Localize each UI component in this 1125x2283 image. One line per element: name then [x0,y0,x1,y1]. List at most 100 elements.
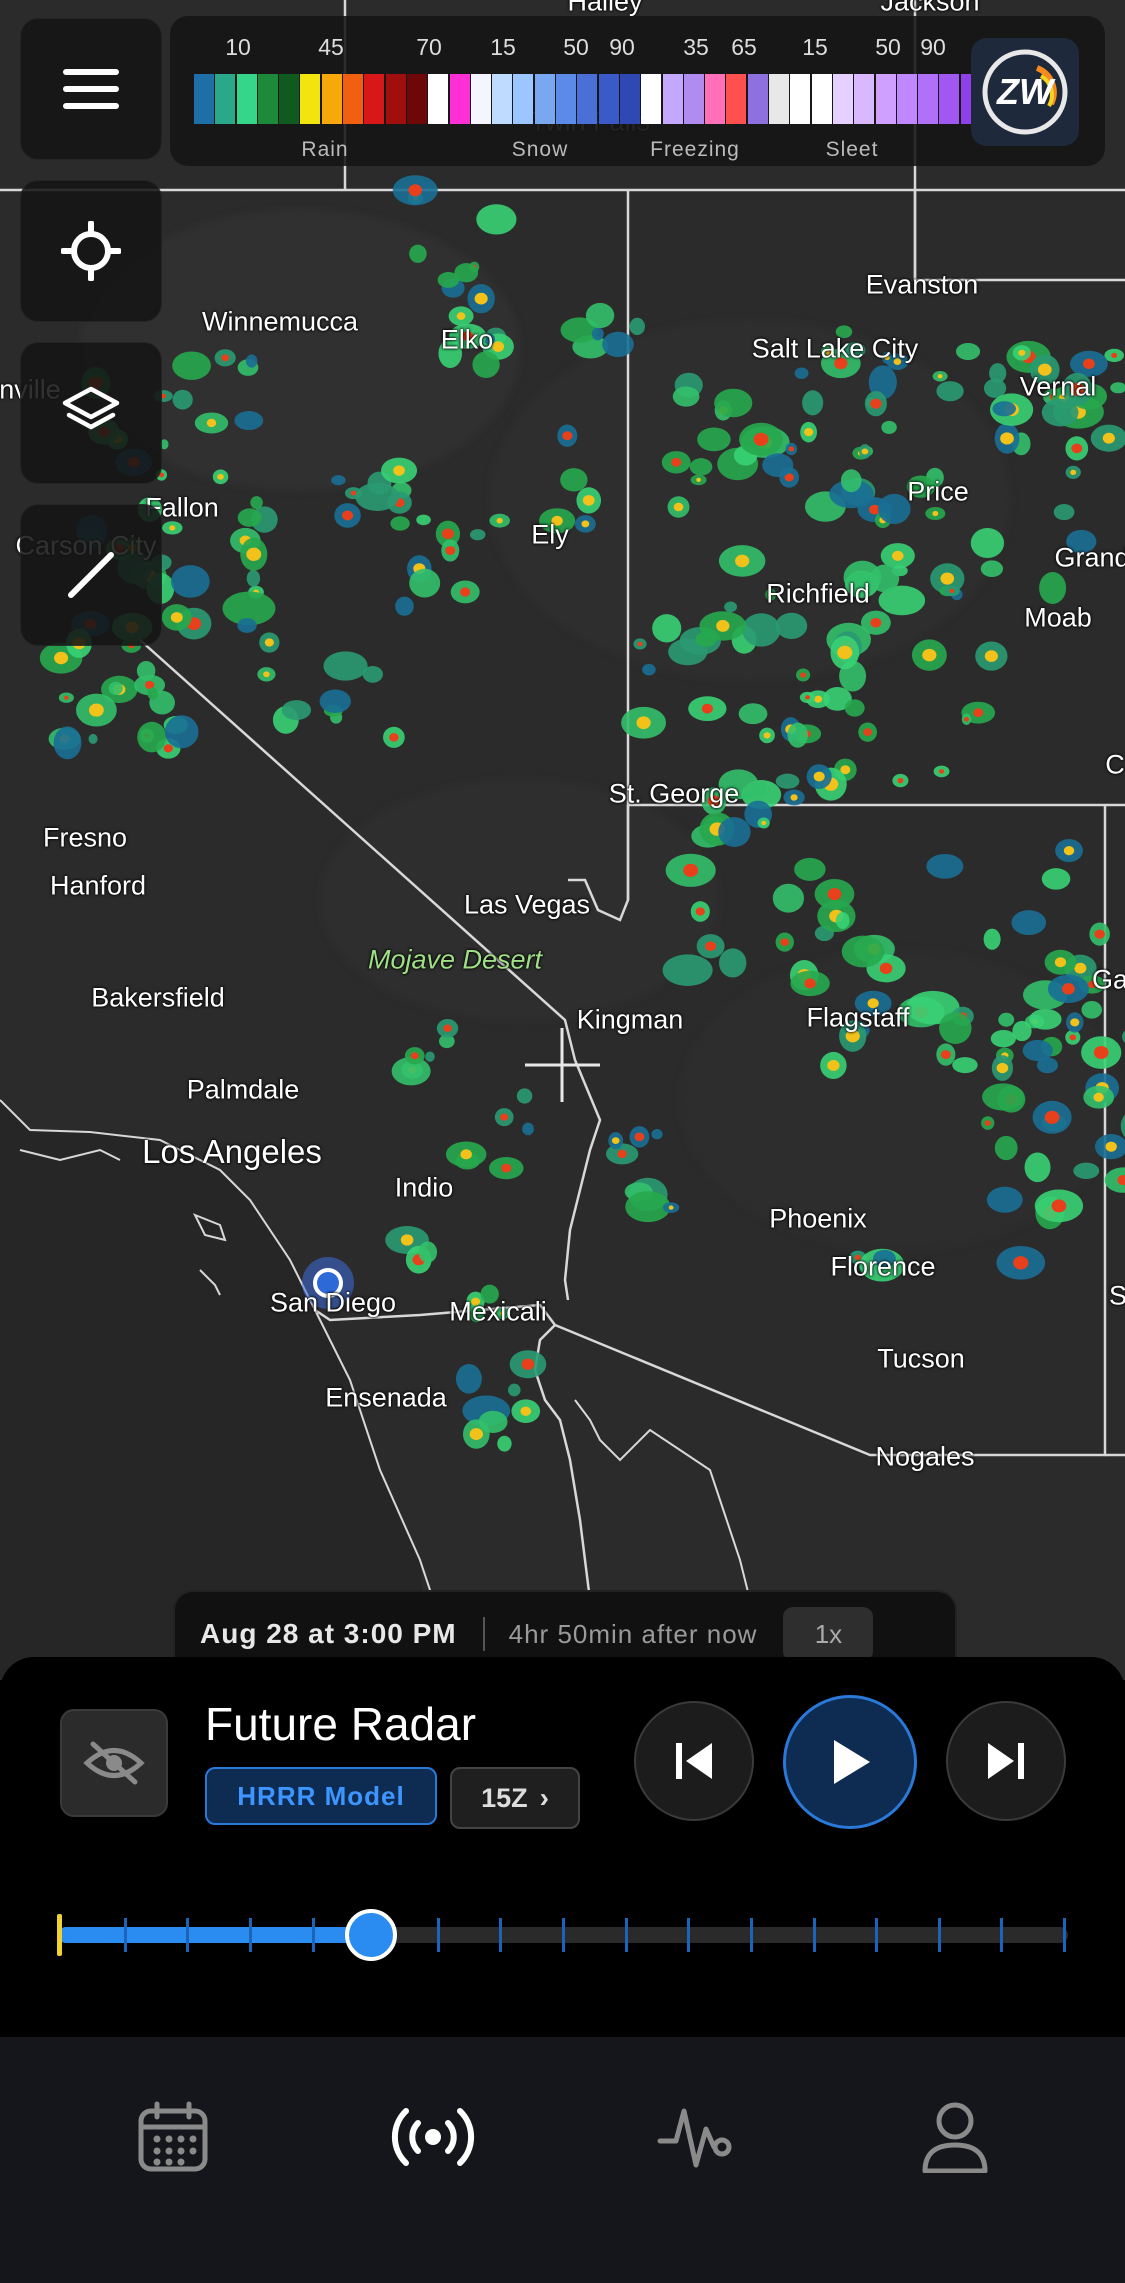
radar-cell-core [500,1113,509,1121]
radar-cell [1041,868,1071,890]
radar-cell [714,388,753,418]
city-label-florence: Florence [830,1251,936,1282]
radar-cell [983,928,1001,950]
radar-cell [108,681,123,696]
radar-cell-core [1063,845,1075,856]
radar-cell-core [1044,1110,1060,1124]
radar-cell-core [636,716,651,730]
radar-cell [147,687,158,700]
timeline-tick [1000,1918,1004,1952]
radar-map[interactable]: HaileyJacksonTwin FallsEvanstonWinnemucc… [0,0,1125,1680]
radar-cell-core [520,1406,532,1416]
radar-cell-core [984,1120,991,1126]
tab-calendar[interactable] [113,2077,233,2197]
radar-cell [136,661,156,681]
radar-cell [840,469,862,493]
radar-cell [952,1057,978,1074]
radar-cell [1024,1152,1051,1183]
legend-swatch [811,74,832,124]
legend-swatch [577,74,598,124]
radar-cell [172,389,193,410]
legend-swatch [705,74,726,124]
radar-cell [982,1083,1024,1111]
model-run-selector[interactable]: 15Z › [450,1767,580,1829]
radar-cell [507,1383,521,1397]
app-logo[interactable]: ZW [971,38,1079,146]
next-frame-button[interactable] [946,1701,1066,1821]
radar-cell-core [393,465,405,476]
model-selector[interactable]: HRRR Model [205,1767,437,1825]
eye-slash-icon [83,1741,145,1785]
tab-activity[interactable] [634,2077,754,2197]
legend-swatch [215,74,236,124]
radar-cell-core [861,448,869,455]
radar-cell-core [984,650,998,662]
legend-swatch [683,74,704,124]
radar-cell-core [263,671,270,678]
radar-cell-core [206,418,217,428]
layers-icon [62,386,120,430]
city-label-winnemucca: Winnemucca [201,306,359,337]
tab-profile[interactable] [895,2077,1015,2197]
layer-title: Future Radar [205,1698,477,1750]
map-canvas[interactable] [0,0,1125,1680]
timeline-tick [436,1918,440,1952]
legend-swatch [321,74,342,124]
radar-cell [246,570,261,587]
radar-cell [1053,503,1075,521]
locate-me-button[interactable] [20,180,162,322]
radar-cell [762,453,794,478]
hide-radar-toggle[interactable] [60,1709,168,1817]
legend-value: 15 [490,34,516,60]
radar-cell [1073,1162,1100,1180]
zw-logo-icon: ZW [982,49,1068,135]
previous-frame-button[interactable] [634,1701,754,1821]
radar-cell-core [501,1163,512,1173]
draw-button[interactable] [20,504,162,646]
legend-swatch [385,74,406,124]
radar-cell [697,427,731,452]
legend-swatch [194,74,214,124]
radar-cell [560,468,588,492]
menu-button[interactable] [20,18,162,160]
radar-cell [998,1012,1015,1027]
legend-swatch [641,74,662,124]
radar-cell [642,663,656,676]
city-label-fresno: Fresno [42,822,128,853]
layers-button[interactable] [20,342,162,484]
radar-cell-core [788,446,795,452]
radar-cell-core [805,695,811,700]
tab-radar[interactable] [373,2077,493,2197]
legend-value: 90 [609,34,635,60]
radar-cell-core [1094,929,1105,939]
radar-cell [986,1186,1023,1213]
radar-cell-core [1018,349,1026,356]
radar-cell [841,935,885,968]
legend-category-sleet: Sleet [825,138,879,161]
radar-cell [835,911,850,929]
radar-cell-core [804,978,816,989]
timeline-tick [624,1918,628,1952]
crosshair-icon [61,221,121,281]
playback-speed-button[interactable]: 1x [783,1607,874,1661]
radar-cell-core [870,617,882,628]
radar-cell-core [897,777,904,784]
legend-swatch [726,74,747,124]
radar-cell [794,367,809,379]
radar-cell [455,1364,482,1394]
play-button[interactable] [783,1695,917,1829]
radar-cell-core [761,820,767,826]
pencil-icon [68,552,114,598]
radar-cell [476,204,517,235]
radar-cell-core [696,477,701,483]
calendar-icon [138,2101,208,2172]
radar-broadcast-icon [391,2108,475,2166]
radar-cell [281,700,312,721]
radar-cell-core [496,517,503,524]
city-label-nogales: Nogales [875,1441,975,1472]
legend-swatch [939,74,960,124]
timeline-thumb[interactable] [345,1909,397,1961]
radar-cell-core [445,546,456,555]
radar-cell-core [474,292,488,305]
radar-cell-core [695,907,705,916]
